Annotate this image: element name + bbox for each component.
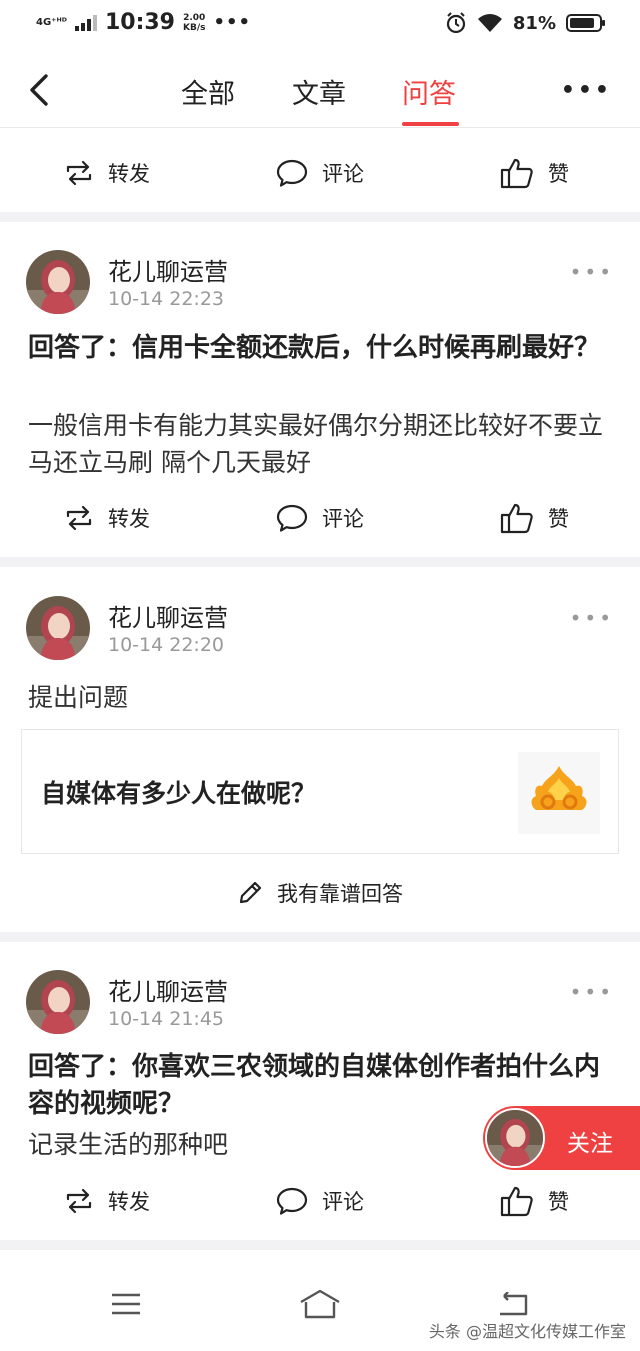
write-answer-button[interactable]: 我有靠谱回答	[0, 870, 640, 916]
pencil-icon	[239, 881, 262, 904]
wifi-icon	[477, 14, 502, 32]
tab-qa[interactable]: 问答	[402, 72, 456, 111]
tab-all[interactable]: 全部	[181, 72, 235, 111]
post-more-icon[interactable]: •••	[570, 980, 614, 1004]
active-tab-indicator	[402, 122, 459, 126]
repost-icon	[66, 505, 92, 531]
watermark: 头条 @温超文化传媒工作室	[428, 1322, 626, 1341]
battery-percent: 81%	[512, 12, 556, 34]
section-divider	[0, 557, 640, 567]
repost-label: 转发	[108, 507, 150, 531]
status-bar: 4G⁺ᴴᴰ 10:39 2.00 KB/s ••• 81%	[0, 0, 640, 50]
comment-label: 评论	[322, 507, 364, 531]
comment-label: 评论	[322, 162, 364, 186]
post-time: 10-14 21:45	[108, 1008, 225, 1030]
menu-icon[interactable]	[110, 1292, 142, 1316]
repost-icon	[66, 160, 92, 186]
section-divider	[0, 1240, 640, 1250]
repost-label: 转发	[108, 162, 150, 186]
network-indicator: 4G⁺ᴴᴰ	[36, 16, 67, 28]
back-arrow-icon[interactable]	[26, 72, 56, 108]
answer-title[interactable]: 回答了：信用卡全额还款后，什么时候再刷最好？	[28, 330, 618, 367]
author-name[interactable]: 花儿聊运营	[108, 972, 228, 1007]
clock: 10:39	[104, 10, 175, 35]
post-header: 花儿聊运营 10-14 21:45 •••	[0, 970, 640, 1040]
like-button[interactable]: 赞	[500, 488, 569, 548]
answer-body[interactable]: 一般信用卡有能力其实最好偶尔分期还比较好不要立马还立马刷 隔个几天最好	[28, 407, 618, 481]
comment-label: 评论	[322, 1190, 364, 1214]
like-label: 赞	[548, 1190, 569, 1214]
question-card[interactable]: 自媒体有多少人在做呢？	[21, 729, 619, 854]
comment-icon	[276, 159, 308, 187]
battery-icon	[566, 14, 605, 32]
network-speed: 2.00 KB/s	[183, 13, 205, 33]
back-nav-icon[interactable]	[496, 1292, 530, 1318]
home-icon[interactable]	[298, 1288, 342, 1320]
avatar[interactable]	[26, 970, 90, 1034]
comment-icon	[276, 1187, 308, 1215]
question-title: 自媒体有多少人在做呢？	[41, 779, 317, 808]
follow-label: 关注	[567, 1131, 613, 1157]
author-name[interactable]: 花儿聊运营	[108, 252, 228, 287]
thumbs-up-icon	[500, 503, 533, 534]
asked-question-label: 提出问题	[28, 683, 129, 712]
notification-dots: •••	[213, 12, 251, 33]
post-time: 10-14 22:20	[108, 634, 225, 656]
question-thumbnail	[518, 752, 600, 834]
comment-button[interactable]: 评论	[276, 143, 364, 203]
like-label: 赞	[548, 507, 569, 531]
speed-value: 2.00	[183, 12, 206, 23]
post-more-icon[interactable]: •••	[570, 606, 614, 630]
comment-button[interactable]: 评论	[276, 1171, 364, 1231]
thumbs-up-icon	[500, 158, 533, 189]
signal-icon	[74, 14, 97, 31]
write-answer-label: 我有靠谱回答	[277, 882, 403, 906]
system-nav-bar: 头条 @温超文化传媒工作室	[0, 1256, 640, 1351]
thumbs-up-icon	[500, 1186, 533, 1217]
like-button[interactable]: 赞	[500, 1171, 569, 1231]
post-actions: 转发 评论 赞	[0, 488, 640, 548]
post-actions: 转发 评论 赞	[0, 1171, 640, 1231]
repost-button[interactable]: 转发	[64, 488, 150, 548]
follow-button[interactable]: 关注	[483, 1106, 640, 1170]
post-more-icon[interactable]: •••	[570, 260, 614, 284]
repost-button[interactable]: 转发	[64, 1171, 150, 1231]
repost-button[interactable]: 转发	[64, 143, 150, 203]
answer-body[interactable]: 记录生活的那种吧	[28, 1126, 468, 1163]
repost-icon	[66, 1188, 92, 1214]
avatar[interactable]	[26, 250, 90, 314]
post-time: 10-14 22:23	[108, 288, 225, 310]
comment-button[interactable]: 评论	[276, 488, 364, 548]
post-actions: 转发 评论 赞	[0, 143, 640, 203]
section-divider	[0, 932, 640, 942]
speed-unit: KB/s	[182, 22, 206, 33]
post-header: 花儿聊运营 10-14 22:20 •••	[0, 596, 640, 666]
like-button[interactable]: 赞	[500, 143, 569, 203]
more-menu-icon[interactable]: •••	[561, 78, 612, 103]
avatar[interactable]	[26, 596, 90, 660]
top-nav: 全部 文章 问答 •••	[0, 56, 640, 128]
repost-label: 转发	[108, 1190, 150, 1214]
section-divider	[0, 212, 640, 222]
author-name[interactable]: 花儿聊运营	[108, 598, 228, 633]
like-label: 赞	[548, 162, 569, 186]
alarm-icon	[446, 12, 466, 34]
comment-icon	[276, 504, 308, 532]
flame-logo-icon	[531, 766, 587, 810]
follow-avatar	[485, 1108, 545, 1168]
tab-articles[interactable]: 文章	[292, 72, 346, 111]
post-header: 花儿聊运营 10-14 22:23 •••	[0, 250, 640, 320]
